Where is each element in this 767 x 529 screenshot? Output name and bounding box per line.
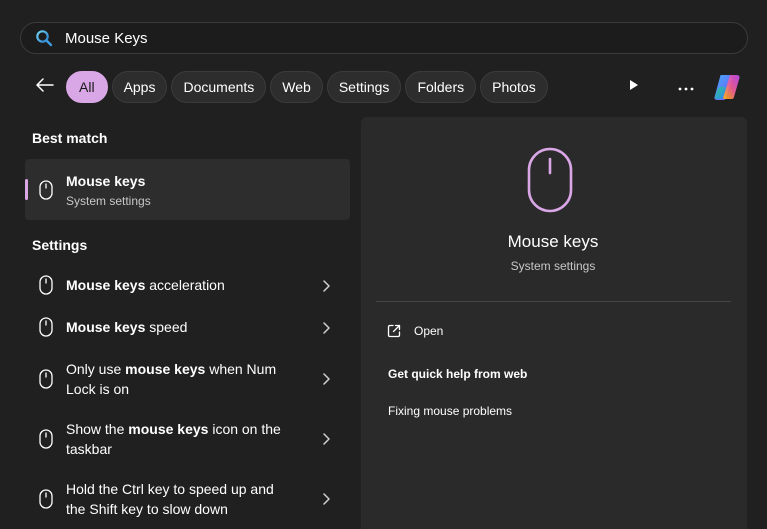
filter-chip-apps[interactable]: Apps — [111, 71, 168, 103]
best-match-heading: Best match — [32, 130, 108, 146]
help-link-fixing-mouse[interactable]: Fixing mouse problems — [388, 404, 512, 418]
filter-row: All Apps Documents Web Settings Folders … — [28, 71, 748, 103]
chevron-right-icon — [321, 492, 331, 506]
filter-chip-folders[interactable]: Folders — [405, 71, 477, 103]
mouse-icon — [39, 317, 53, 337]
filter-chip-web[interactable]: Web — [270, 71, 323, 103]
more-icon — [678, 78, 694, 96]
selection-indicator — [25, 179, 28, 200]
settings-result-acceleration[interactable]: Mouse keys acceleration — [25, 273, 350, 297]
mouse-icon — [39, 275, 53, 295]
back-button[interactable] — [28, 71, 62, 103]
best-match-subtitle: System settings — [66, 194, 151, 208]
best-match-result[interactable]: Mouse keys System settings — [25, 159, 350, 220]
settings-result-ctrl-shift[interactable]: Hold the Ctrl key to speed up and the Sh… — [25, 477, 350, 521]
chevron-right-icon — [321, 321, 331, 335]
best-match-title: Mouse keys — [66, 173, 146, 189]
chevron-right-icon — [321, 432, 331, 446]
results-pane: Best match Mouse keys System settings Se… — [0, 117, 360, 529]
settings-heading: Settings — [32, 237, 88, 253]
filter-chip-all[interactable]: All — [66, 71, 108, 103]
play-button[interactable] — [624, 71, 644, 103]
search-icon — [35, 29, 53, 47]
mouse-icon — [527, 147, 573, 213]
search-input[interactable] — [65, 26, 665, 50]
quick-help-heading: Get quick help from web — [388, 367, 528, 381]
more-options-button[interactable] — [676, 71, 696, 103]
open-label: Open — [414, 324, 444, 338]
result-text: Only use mouse keys when Num Lock is on — [66, 361, 277, 397]
mouse-icon — [39, 180, 53, 200]
settings-result-taskbar-icon[interactable]: Show the mouse keys icon on the taskbar — [25, 417, 350, 461]
back-arrow-icon — [36, 77, 54, 97]
settings-result-speed[interactable]: Mouse keys speed — [25, 315, 350, 339]
chevron-right-icon — [321, 372, 331, 386]
mouse-icon — [39, 489, 53, 509]
chevron-right-icon — [321, 279, 331, 293]
result-text: Hold the Ctrl key to speed up and the Sh… — [66, 481, 274, 517]
open-external-icon — [386, 323, 402, 339]
open-action[interactable]: Open — [386, 323, 443, 339]
copilot-icon — [712, 75, 742, 106]
result-text: Mouse keys acceleration — [66, 277, 225, 293]
preview-pane: Mouse keys System settings Open Get quic… — [361, 117, 747, 529]
mouse-icon — [39, 369, 53, 389]
divider — [376, 301, 731, 302]
mouse-icon — [39, 429, 53, 449]
filter-chip-photos[interactable]: Photos — [480, 71, 548, 103]
preview-subtitle: System settings — [510, 259, 596, 273]
play-icon — [629, 78, 639, 96]
result-text: Show the mouse keys icon on the taskbar — [66, 421, 281, 457]
filter-chip-documents[interactable]: Documents — [171, 71, 267, 103]
filter-chip-settings[interactable]: Settings — [326, 71, 402, 103]
settings-result-num-lock[interactable]: Only use mouse keys when Num Lock is on — [25, 357, 350, 401]
copilot-button[interactable] — [712, 72, 742, 102]
search-bar[interactable] — [20, 22, 748, 54]
preview-title: Mouse keys — [507, 232, 599, 251]
result-text: Mouse keys speed — [66, 319, 188, 335]
